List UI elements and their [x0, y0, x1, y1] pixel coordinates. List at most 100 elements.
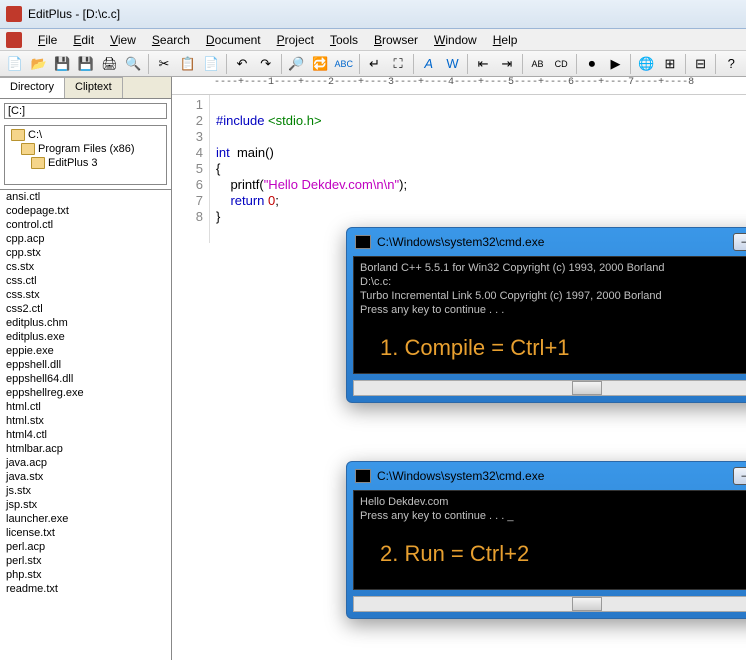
- file-item[interactable]: java.acp: [0, 456, 171, 470]
- cmd-scrollbar[interactable]: [353, 596, 746, 612]
- spell-icon[interactable]: ABC: [333, 53, 355, 75]
- menu-help[interactable]: Help: [485, 31, 526, 49]
- folder-node[interactable]: C:\: [7, 128, 164, 142]
- tab-cliptext[interactable]: Cliptext: [65, 77, 123, 98]
- file-item[interactable]: cpp.stx: [0, 246, 171, 260]
- indent-right-icon[interactable]: ⇥: [496, 53, 518, 75]
- file-item[interactable]: license.txt: [0, 526, 171, 540]
- file-item[interactable]: control.ctl: [0, 218, 171, 232]
- file-item[interactable]: eppshell.dll: [0, 358, 171, 372]
- menu-tools[interactable]: Tools: [322, 31, 366, 49]
- browser-icon[interactable]: 🌐: [635, 53, 657, 75]
- separator: [359, 54, 360, 74]
- file-item[interactable]: css.ctl: [0, 274, 171, 288]
- cmd-title: C:\Windows\system32\cmd.exe: [377, 235, 733, 249]
- redo-icon[interactable]: ↷: [255, 53, 277, 75]
- file-item[interactable]: cs.stx: [0, 260, 171, 274]
- cmd-scrollbar[interactable]: [353, 380, 746, 396]
- menu-view[interactable]: View: [102, 31, 144, 49]
- cmd-window-compile[interactable]: C:\Windows\system32\cmd.exe — ☐ ✕ Borlan…: [346, 227, 746, 403]
- play-icon[interactable]: ▶: [605, 53, 627, 75]
- drive-selector[interactable]: [C:]: [4, 103, 167, 119]
- file-item[interactable]: eppshellreg.exe: [0, 386, 171, 400]
- cmd-output: Borland C++ 5.5.1 for Win32 Copyright (c…: [353, 256, 746, 374]
- find-icon[interactable]: 🔎: [286, 53, 308, 75]
- sort-icon[interactable]: AB: [527, 53, 549, 75]
- save-all-icon[interactable]: 💾: [75, 53, 97, 75]
- menu-window[interactable]: Window: [426, 31, 485, 49]
- help-icon[interactable]: ?: [720, 53, 742, 75]
- menu-browser[interactable]: Browser: [366, 31, 426, 49]
- wrap-icon[interactable]: ↵: [364, 53, 386, 75]
- file-item[interactable]: readme.txt: [0, 582, 171, 596]
- code-content[interactable]: #include <stdio.h> int main() { printf("…: [210, 95, 413, 243]
- file-item[interactable]: ansi.ctl: [0, 190, 171, 204]
- cmd-line: Turbo Incremental Link 5.00 Copyright (c…: [360, 289, 746, 303]
- file-item[interactable]: php.stx: [0, 568, 171, 582]
- code-token: <stdio.h>: [264, 113, 321, 128]
- menu-project[interactable]: Project: [269, 31, 322, 49]
- file-item[interactable]: js.stx: [0, 484, 171, 498]
- file-list[interactable]: ansi.ctlcodepage.txtcontrol.ctlcpp.acpcp…: [0, 189, 171, 660]
- scrollbar-thumb[interactable]: [572, 597, 602, 611]
- file-item[interactable]: editplus.exe: [0, 330, 171, 344]
- new-file-icon[interactable]: 📄: [4, 53, 26, 75]
- sidebar: Directory Cliptext [C:] C:\ Program File…: [0, 77, 172, 660]
- file-item[interactable]: css.stx: [0, 288, 171, 302]
- tab-directory[interactable]: Directory: [0, 77, 65, 98]
- separator: [467, 54, 468, 74]
- font-icon[interactable]: A: [418, 53, 440, 75]
- save-icon[interactable]: 💾: [51, 53, 73, 75]
- file-item[interactable]: eppshell64.dll: [0, 372, 171, 386]
- menu-document[interactable]: Document: [198, 31, 269, 49]
- preview-icon[interactable]: 🔍: [122, 53, 144, 75]
- open-file-icon[interactable]: 📂: [28, 53, 50, 75]
- menu-edit[interactable]: Edit: [65, 31, 102, 49]
- record-icon[interactable]: ⏺: [581, 53, 603, 75]
- cmd-titlebar[interactable]: C:\Windows\system32\cmd.exe — ☐ ✕: [347, 228, 746, 256]
- file-item[interactable]: codepage.txt: [0, 204, 171, 218]
- toolbar: 📄 📂 💾 💾 🖨 🔍 ✂ 📋 📄 ↶ ↷ 🔎 🔁 ABC ↵ ⛶ A W ⇤ …: [0, 51, 746, 77]
- file-item[interactable]: html.stx: [0, 414, 171, 428]
- cmd-window-run[interactable]: C:\Windows\system32\cmd.exe — ☐ ✕ Hello …: [346, 461, 746, 619]
- scrollbar-thumb[interactable]: [572, 381, 602, 395]
- file-item[interactable]: html.ctl: [0, 400, 171, 414]
- minimize-button[interactable]: —: [733, 467, 746, 485]
- tile-icon[interactable]: ⊟: [690, 53, 712, 75]
- fullscreen-icon[interactable]: ⛶: [387, 53, 409, 75]
- file-item[interactable]: css2.ctl: [0, 302, 171, 316]
- file-item[interactable]: eppie.exe: [0, 344, 171, 358]
- copy-icon[interactable]: 📋: [177, 53, 199, 75]
- folder-label: EditPlus 3: [48, 157, 98, 169]
- word-icon[interactable]: W: [442, 53, 464, 75]
- file-item[interactable]: perl.acp: [0, 540, 171, 554]
- file-item[interactable]: launcher.exe: [0, 512, 171, 526]
- menu-file[interactable]: File: [30, 31, 65, 49]
- cmd-titlebar[interactable]: C:\Windows\system32\cmd.exe — ☐ ✕: [347, 462, 746, 490]
- column-icon[interactable]: CD: [550, 53, 572, 75]
- replace-icon[interactable]: 🔁: [309, 53, 331, 75]
- cut-icon[interactable]: ✂: [153, 53, 175, 75]
- menu-search[interactable]: Search: [144, 31, 198, 49]
- undo-icon[interactable]: ↶: [231, 53, 253, 75]
- code-token: printf(: [216, 177, 264, 192]
- print-icon[interactable]: 🖨: [99, 53, 121, 75]
- file-item[interactable]: html4.ctl: [0, 428, 171, 442]
- file-item[interactable]: editplus.chm: [0, 316, 171, 330]
- file-item[interactable]: cpp.acp: [0, 232, 171, 246]
- file-item[interactable]: perl.stx: [0, 554, 171, 568]
- folder-icon: [21, 143, 35, 155]
- minimize-button[interactable]: —: [733, 233, 746, 251]
- file-item[interactable]: java.stx: [0, 470, 171, 484]
- window-icon[interactable]: ⊞: [659, 53, 681, 75]
- folder-node[interactable]: EditPlus 3: [7, 156, 164, 170]
- app-icon-small[interactable]: [6, 32, 22, 48]
- file-item[interactable]: htmlbar.acp: [0, 442, 171, 456]
- file-item[interactable]: jsp.stx: [0, 498, 171, 512]
- folder-tree[interactable]: C:\ Program Files (x86) EditPlus 3: [4, 125, 167, 185]
- paste-icon[interactable]: 📄: [200, 53, 222, 75]
- indent-left-icon[interactable]: ⇤: [472, 53, 494, 75]
- folder-node[interactable]: Program Files (x86): [7, 142, 164, 156]
- separator: [281, 54, 282, 74]
- code-area[interactable]: 12345678 #include <stdio.h> int main() {…: [172, 95, 746, 243]
